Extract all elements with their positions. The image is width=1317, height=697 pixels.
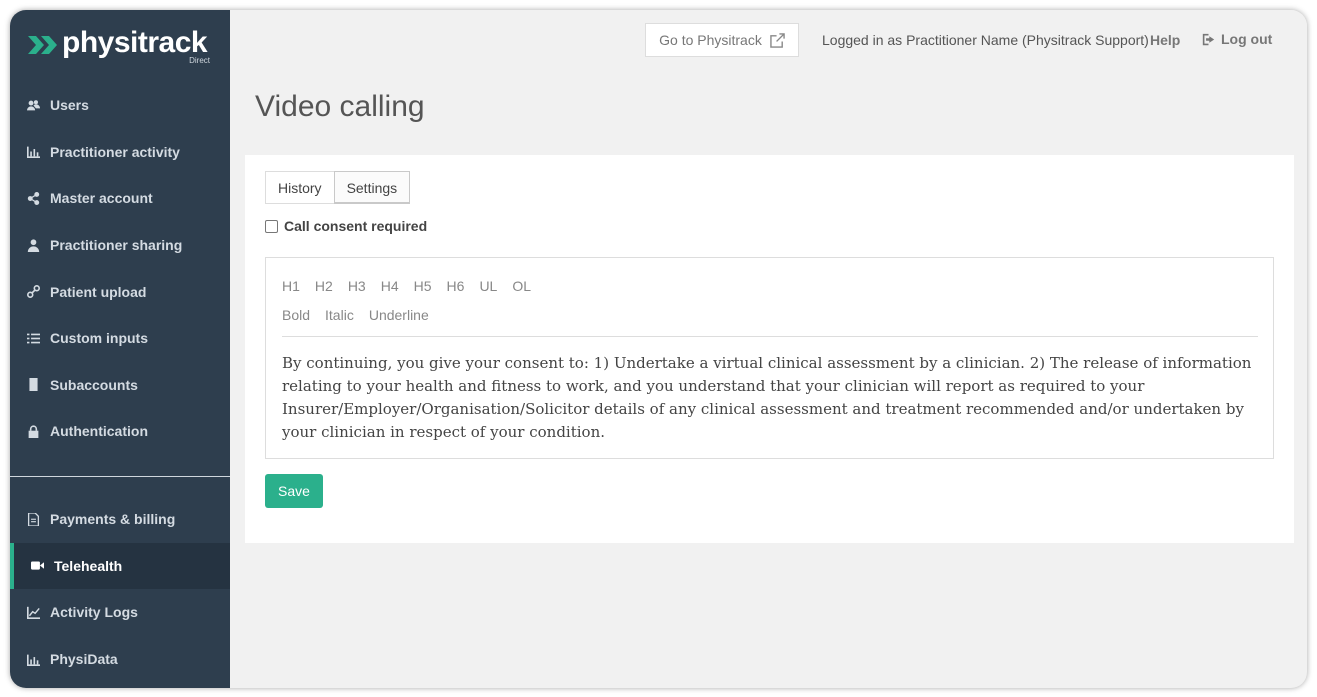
list-icon <box>24 331 42 345</box>
sidebar-divider <box>10 476 230 477</box>
h3-button[interactable]: H3 <box>348 278 366 294</box>
tab-bar: History Settings <box>265 171 411 204</box>
editor-toolbar-formatting: Bold Italic Underline <box>282 307 429 323</box>
page-title: Video calling <box>255 90 425 123</box>
building-icon <box>24 378 42 392</box>
sidebar: physitrack Direct Users Practitioner act… <box>10 10 230 688</box>
sidebar-item-label: Subaccounts <box>50 376 138 393</box>
sidebar-item-physidata[interactable]: PhysiData <box>10 636 230 683</box>
h2-button[interactable]: H2 <box>315 278 333 294</box>
call-consent-option[interactable]: Call consent required <box>265 218 427 234</box>
logout-link[interactable]: Log out <box>1202 31 1272 47</box>
sidebar-item-patient-upload[interactable]: Patient upload <box>10 268 230 315</box>
bold-button[interactable]: Bold <box>282 307 310 323</box>
unordered-list-button[interactable]: UL <box>479 278 497 294</box>
sidebar-item-label: Practitioner activity <box>50 143 180 160</box>
sidebar-item-master-account[interactable]: Master account <box>10 175 230 222</box>
editor-divider <box>282 336 1258 337</box>
line-chart-icon <box>24 605 42 619</box>
logo-text: physitrack <box>62 26 208 59</box>
video-camera-icon <box>28 559 46 573</box>
h1-button[interactable]: H1 <box>282 278 300 294</box>
sign-out-icon <box>1202 33 1215 45</box>
bar-chart-icon <box>24 652 42 666</box>
sidebar-item-custom-inputs[interactable]: Custom inputs <box>10 315 230 362</box>
logo-subtext: Direct <box>189 56 210 65</box>
sidebar-item-label: Practitioner sharing <box>50 237 183 254</box>
logged-in-text: Logged in as Practitioner Name (Physitra… <box>822 32 1149 48</box>
ordered-list-button[interactable]: OL <box>512 278 531 294</box>
sidebar-item-label: Master account <box>50 190 153 207</box>
sidebar-item-users[interactable]: Users <box>10 82 230 129</box>
bar-chart-icon <box>24 145 42 159</box>
sidebar-item-label: Authentication <box>50 423 148 440</box>
user-icon <box>24 238 42 252</box>
sidebar-item-label: PhysiData <box>50 651 118 668</box>
call-consent-label: Call consent required <box>284 218 428 234</box>
sidebar-item-practitioner-activity[interactable]: Practitioner activity <box>10 129 230 176</box>
go-to-physitrack-button[interactable]: Go to Physitrack <box>645 23 799 57</box>
sidebar-nav-bottom: Payments & billing Telehealth Activity L… <box>10 496 230 682</box>
sidebar-item-label: Telehealth <box>54 557 123 574</box>
sidebar-item-label: Users <box>50 97 89 114</box>
link-icon <box>24 285 42 299</box>
chevrons-logo-icon <box>28 36 57 54</box>
document-icon <box>24 512 42 526</box>
sidebar-item-label: Payments & billing <box>50 511 176 528</box>
italic-button[interactable]: Italic <box>325 307 354 323</box>
app-window: physitrack Direct Users Practitioner act… <box>10 10 1307 688</box>
users-icon <box>24 98 42 112</box>
editor-content[interactable]: By continuing, you give your consent to:… <box>282 352 1259 444</box>
call-consent-checkbox[interactable] <box>265 219 278 233</box>
sidebar-item-payments-billing[interactable]: Payments & billing <box>10 496 230 543</box>
h6-button[interactable]: H6 <box>447 278 465 294</box>
h5-button[interactable]: H5 <box>414 278 432 294</box>
sidebar-item-telehealth[interactable]: Telehealth <box>10 542 230 590</box>
lock-icon <box>24 424 42 438</box>
tab-history[interactable]: History <box>265 171 335 204</box>
share-icon <box>24 191 42 205</box>
go-to-physitrack-label: Go to Physitrack <box>659 32 762 48</box>
settings-card: History Settings Call consent required H… <box>245 155 1294 543</box>
h4-button[interactable]: H4 <box>381 278 399 294</box>
external-link-icon <box>770 32 785 48</box>
top-bar: Go to Physitrack Logged in as Practition… <box>230 10 1307 70</box>
sidebar-item-label: Patient upload <box>50 283 147 300</box>
save-button[interactable]: Save <box>265 474 323 508</box>
sidebar-item-authentication[interactable]: Authentication <box>10 408 230 455</box>
sidebar-item-label: Activity Logs <box>50 604 138 621</box>
sidebar-nav: Users Practitioner activity Master accou… <box>10 82 230 455</box>
help-link[interactable]: Help <box>1150 32 1180 48</box>
tab-settings[interactable]: Settings <box>333 171 411 204</box>
sidebar-item-subaccounts[interactable]: Subaccounts <box>10 362 230 409</box>
logout-label: Log out <box>1221 31 1273 47</box>
physitrack-logo[interactable]: physitrack Direct <box>28 26 218 70</box>
underline-button[interactable]: Underline <box>369 307 429 323</box>
editor-toolbar-headings: H1 H2 H3 H4 H5 H6 UL OL <box>282 278 531 294</box>
sidebar-item-label: Custom inputs <box>50 330 148 347</box>
sidebar-item-practitioner-sharing[interactable]: Practitioner sharing <box>10 222 230 269</box>
consent-text-editor[interactable]: H1 H2 H3 H4 H5 H6 UL OL Bold Italic Unde… <box>265 257 1274 459</box>
sidebar-item-activity-logs[interactable]: Activity Logs <box>10 589 230 636</box>
